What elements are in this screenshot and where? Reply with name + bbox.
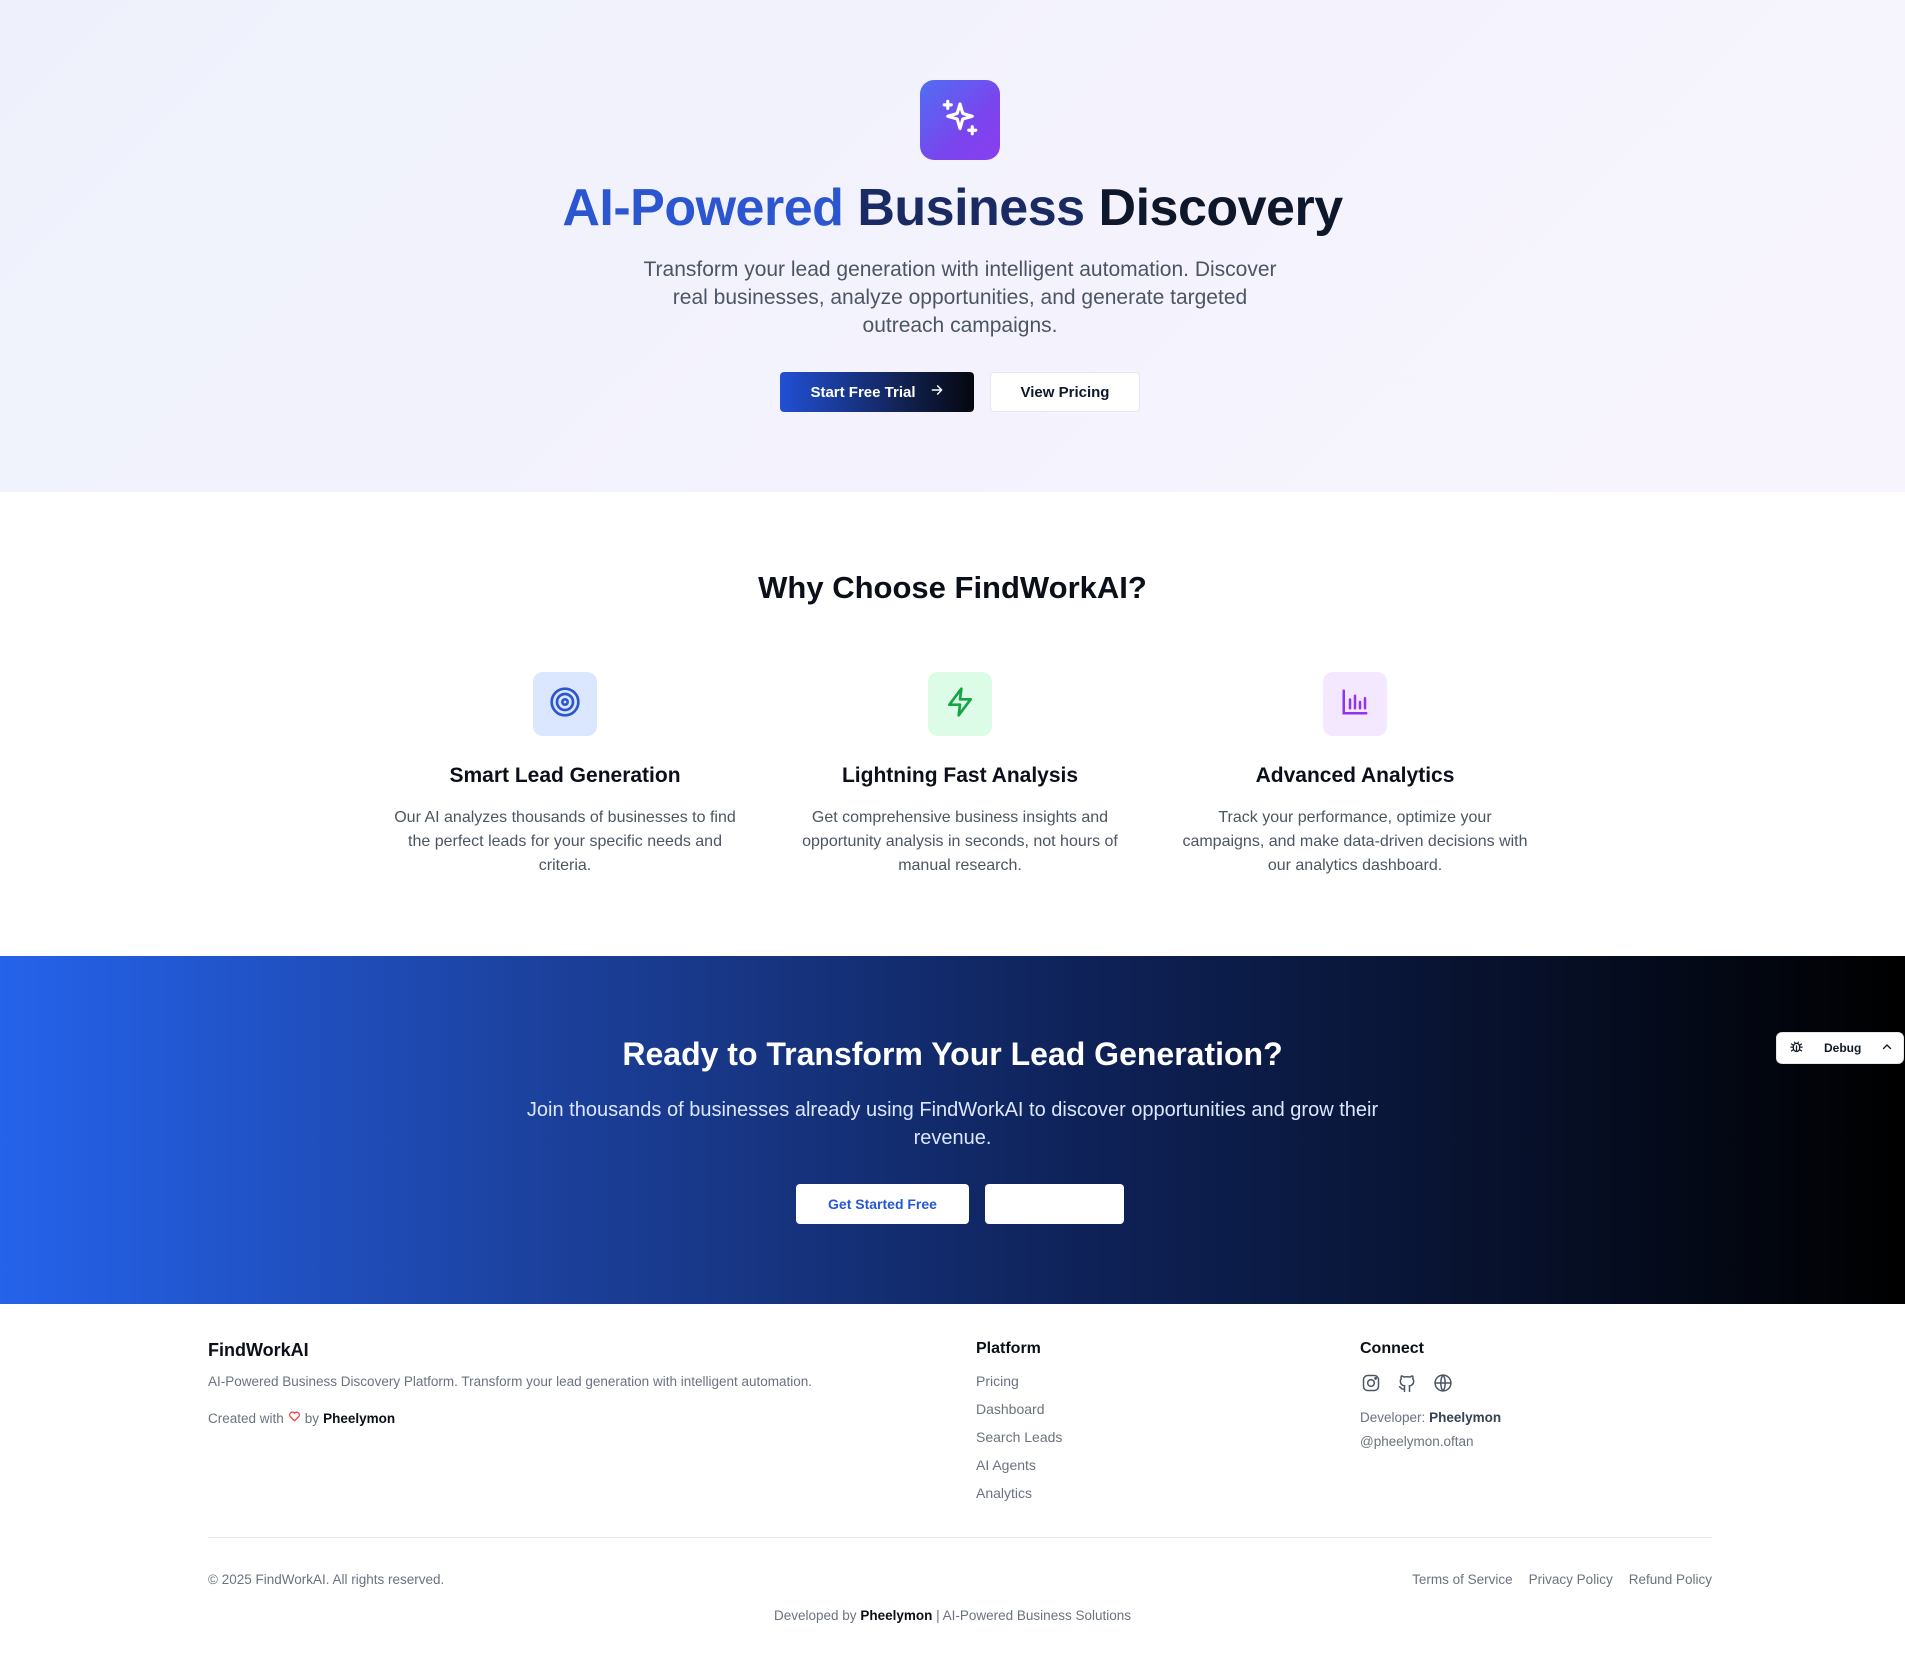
sparkles-icon [939,97,981,144]
developed-prefix: Developed by [774,1608,857,1623]
feature-description: Our AI analyzes thousands of businesses … [394,809,736,874]
footer-divider [208,1537,1712,1538]
bar-chart-icon [1340,687,1370,722]
debug-label: Debug [1824,1041,1862,1055]
arrow-right-icon [930,383,944,401]
chevron-up-icon [1881,1041,1893,1056]
feature-description: Get comprehensive business insights and … [802,809,1118,874]
developer-label: Developer: [1360,1410,1426,1425]
hero-title-part2: Business [857,179,1085,237]
feature-icon-box [928,672,992,736]
developed-by: Developed by Pheelymon | AI-Powered Busi… [0,1608,1905,1623]
start-free-trial-label: Start Free Trial [810,383,916,401]
footer-link-pricing[interactable]: Pricing [976,1372,1062,1400]
platform-links: Pricing Dashboard Search Leads AI Agents… [976,1372,1062,1512]
feature-title: Advanced Analytics [1255,764,1455,787]
target-icon [549,686,581,723]
created-by: by [304,1410,320,1426]
terms-of-service-link[interactable]: Terms of Service [1412,1572,1513,1587]
hero-title-part3: Discovery [1098,179,1344,237]
get-started-free-button[interactable]: Get Started Free [796,1184,969,1224]
feature-advanced-analytics: Advanced Analytics Track your performanc… [1175,672,1535,878]
copyright: © 2025 FindWorkAI. All rights reserved. [208,1572,445,1587]
lightning-icon [944,686,976,723]
footer-link-search-leads[interactable]: Search Leads [976,1428,1062,1456]
developed-suffix: | AI-Powered Business Solutions [936,1608,1131,1623]
bug-icon [1789,1039,1804,1057]
social-links [1360,1372,1454,1394]
developer-credit: Developer: Pheelymon [1360,1410,1501,1425]
footer-link-dashboard[interactable]: Dashboard [976,1400,1062,1428]
feature-smart-lead-generation: Smart Lead Generation Our AI analyzes th… [385,672,745,878]
cta-section: Ready to Transform Your Lead Generation?… [0,956,1905,1304]
privacy-policy-link[interactable]: Privacy Policy [1529,1572,1613,1587]
connect-title: Connect [1360,1340,1424,1357]
created-author: Pheelymon [323,1410,396,1426]
features-title: Why Choose FindWorkAI? [758,570,1147,605]
platform-title: Platform [976,1340,1041,1357]
refund-policy-link[interactable]: Refund Policy [1629,1572,1712,1587]
view-pricing-button[interactable]: View Pricing [990,372,1140,412]
footer-created-with: Created with by Pheelymon [208,1410,395,1426]
developer-handle: @pheelymon.oftan [1360,1434,1474,1449]
feature-description: Track your performance, optimize your ca… [1182,809,1528,874]
feature-lightning-fast-analysis: Lightning Fast Analysis Get comprehensiv… [780,672,1140,878]
hero-title-part1: AI-Powered [562,179,844,237]
feature-title: Lightning Fast Analysis [841,764,1079,787]
cta-secondary-button[interactable] [985,1184,1124,1224]
feature-icon-box [533,672,597,736]
cta-subtitle: Join thousands of businesses already usi… [526,1099,1379,1149]
cta-title: Ready to Transform Your Lead Generation? [622,1036,1283,1072]
github-icon[interactable] [1396,1372,1418,1394]
footer-brand: FindWorkAI [208,1340,309,1360]
feature-icon-box [1323,672,1387,736]
hero-badge [920,80,1000,160]
legal-links: Terms of Service Privacy Policy Refund P… [1412,1572,1712,1587]
hero-section: AI-Powered Business Discovery Transform … [0,0,1905,492]
created-prefix: Created with [208,1410,284,1426]
start-free-trial-button[interactable]: Start Free Trial [780,372,974,412]
developer-name: Pheelymon [1429,1410,1502,1425]
footer-link-ai-agents[interactable]: AI Agents [976,1456,1062,1484]
hero-title: AI-Powered Business Discovery [0,175,1905,241]
footer-description: AI-Powered Business Discovery Platform. … [208,1374,813,1389]
feature-title: Smart Lead Generation [449,764,681,787]
globe-icon[interactable] [1432,1372,1454,1394]
instagram-icon[interactable] [1360,1372,1382,1394]
developed-name: Pheelymon [860,1608,933,1623]
heart-icon [288,1410,301,1426]
footer-link-analytics[interactable]: Analytics [976,1484,1062,1512]
debug-toggle[interactable]: Debug [1776,1032,1904,1064]
hero-subtitle: Transform your lead generation with inte… [643,258,1277,337]
